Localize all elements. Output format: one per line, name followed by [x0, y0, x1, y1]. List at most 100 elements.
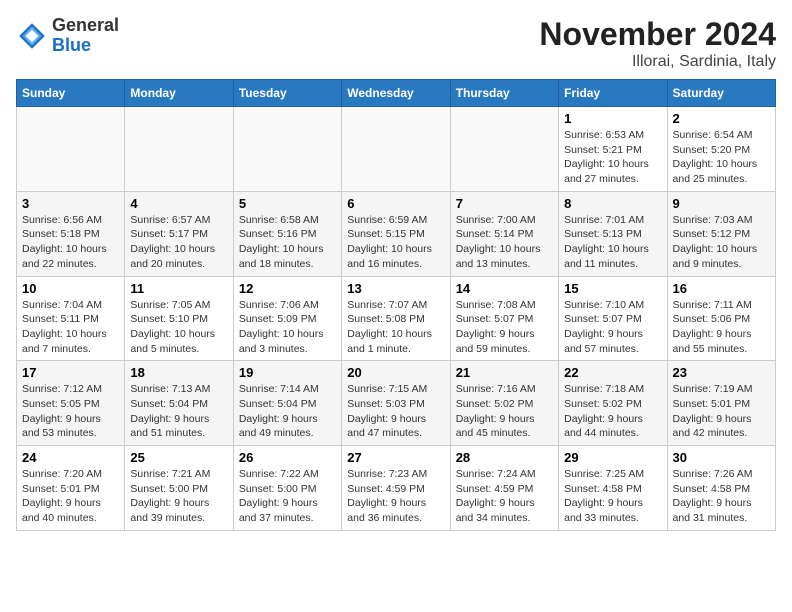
- day-cell: 6 Sunrise: 6:59 AM Sunset: 5:15 PM Daylig…: [342, 191, 450, 276]
- day-info: Sunrise: 7:03 AM Sunset: 5:12 PM Dayligh…: [673, 213, 770, 272]
- day-number: 1: [564, 111, 661, 126]
- day-info: Sunrise: 7:07 AM Sunset: 5:08 PM Dayligh…: [347, 298, 444, 357]
- logo-icon: [16, 20, 48, 52]
- day-number: 23: [673, 365, 770, 380]
- day-info: Sunrise: 7:18 AM Sunset: 5:02 PM Dayligh…: [564, 382, 661, 441]
- day-info: Sunrise: 7:11 AM Sunset: 5:06 PM Dayligh…: [673, 298, 770, 357]
- day-cell: 14 Sunrise: 7:08 AM Sunset: 5:07 PM Dayli…: [450, 276, 558, 361]
- day-number: 28: [456, 450, 553, 465]
- day-cell: 13 Sunrise: 7:07 AM Sunset: 5:08 PM Dayli…: [342, 276, 450, 361]
- day-cell: 19Sunrise: 7:14 AM Sunset: 5:04 PM Dayli…: [233, 361, 341, 446]
- day-info: Sunrise: 7:12 AM Sunset: 5:05 PM Dayligh…: [22, 382, 119, 441]
- logo: General Blue: [16, 16, 119, 56]
- day-info: Sunrise: 7:15 AM Sunset: 5:03 PM Dayligh…: [347, 382, 444, 441]
- day-number: 14: [456, 281, 553, 296]
- day-number: 17: [22, 365, 119, 380]
- day-number: 21: [456, 365, 553, 380]
- day-cell: 4Sunrise: 6:57 AM Sunset: 5:17 PM Daylig…: [125, 191, 233, 276]
- weekday-header-saturday: Saturday: [667, 80, 775, 107]
- day-info: Sunrise: 7:22 AM Sunset: 5:00 PM Dayligh…: [239, 467, 336, 526]
- day-cell: 16 Sunrise: 7:11 AM Sunset: 5:06 PM Dayli…: [667, 276, 775, 361]
- weekday-header-thursday: Thursday: [450, 80, 558, 107]
- day-info: Sunrise: 7:23 AM Sunset: 4:59 PM Dayligh…: [347, 467, 444, 526]
- day-cell: 20 Sunrise: 7:15 AM Sunset: 5:03 PM Dayli…: [342, 361, 450, 446]
- day-info: Sunrise: 7:20 AM Sunset: 5:01 PM Dayligh…: [22, 467, 119, 526]
- title-area: November 2024 Illorai, Sardinia, Italy: [539, 16, 776, 71]
- day-cell: 3Sunrise: 6:56 AM Sunset: 5:18 PM Daylig…: [17, 191, 125, 276]
- logo-blue: Blue: [52, 35, 91, 55]
- day-number: 20: [347, 365, 444, 380]
- day-info: Sunrise: 7:01 AM Sunset: 5:13 PM Dayligh…: [564, 213, 661, 272]
- day-number: 27: [347, 450, 444, 465]
- day-cell: [342, 107, 450, 192]
- week-row-1: 1 Sunrise: 6:53 AM Sunset: 5:21 PM Daylig…: [17, 107, 776, 192]
- day-cell: [125, 107, 233, 192]
- day-cell: 8 Sunrise: 7:01 AM Sunset: 5:13 PM Daylig…: [559, 191, 667, 276]
- month-title: November 2024: [539, 16, 776, 53]
- day-info: Sunrise: 7:08 AM Sunset: 5:07 PM Dayligh…: [456, 298, 553, 357]
- weekday-header-monday: Monday: [125, 80, 233, 107]
- week-row-2: 3Sunrise: 6:56 AM Sunset: 5:18 PM Daylig…: [17, 191, 776, 276]
- day-cell: 29Sunrise: 7:25 AM Sunset: 4:58 PM Dayli…: [559, 446, 667, 531]
- day-number: 25: [130, 450, 227, 465]
- day-info: Sunrise: 7:05 AM Sunset: 5:10 PM Dayligh…: [130, 298, 227, 357]
- weekday-header-row: SundayMondayTuesdayWednesdayThursdayFrid…: [17, 80, 776, 107]
- week-row-5: 24 Sunrise: 7:20 AM Sunset: 5:01 PM Dayli…: [17, 446, 776, 531]
- day-number: 13: [347, 281, 444, 296]
- day-number: 12: [239, 281, 336, 296]
- day-number: 30: [673, 450, 770, 465]
- day-cell: 30 Sunrise: 7:26 AM Sunset: 4:58 PM Dayli…: [667, 446, 775, 531]
- header: General Blue November 2024 Illorai, Sard…: [16, 16, 776, 71]
- day-number: 8: [564, 196, 661, 211]
- day-info: Sunrise: 6:58 AM Sunset: 5:16 PM Dayligh…: [239, 213, 336, 272]
- day-number: 22: [564, 365, 661, 380]
- day-cell: 26Sunrise: 7:22 AM Sunset: 5:00 PM Dayli…: [233, 446, 341, 531]
- day-number: 15: [564, 281, 661, 296]
- day-number: 6: [347, 196, 444, 211]
- week-row-3: 10 Sunrise: 7:04 AM Sunset: 5:11 PM Dayli…: [17, 276, 776, 361]
- day-cell: 24 Sunrise: 7:20 AM Sunset: 5:01 PM Dayli…: [17, 446, 125, 531]
- week-row-4: 17 Sunrise: 7:12 AM Sunset: 5:05 PM Dayli…: [17, 361, 776, 446]
- day-cell: [233, 107, 341, 192]
- day-cell: 2Sunrise: 6:54 AM Sunset: 5:20 PM Daylig…: [667, 107, 775, 192]
- day-info: Sunrise: 6:59 AM Sunset: 5:15 PM Dayligh…: [347, 213, 444, 272]
- calendar: SundayMondayTuesdayWednesdayThursdayFrid…: [16, 79, 776, 531]
- day-cell: [17, 107, 125, 192]
- day-cell: 10 Sunrise: 7:04 AM Sunset: 5:11 PM Dayli…: [17, 276, 125, 361]
- day-info: Sunrise: 6:56 AM Sunset: 5:18 PM Dayligh…: [22, 213, 119, 272]
- day-number: 24: [22, 450, 119, 465]
- day-info: Sunrise: 6:54 AM Sunset: 5:20 PM Dayligh…: [673, 128, 770, 187]
- day-number: 4: [130, 196, 227, 211]
- day-info: Sunrise: 7:24 AM Sunset: 4:59 PM Dayligh…: [456, 467, 553, 526]
- day-info: Sunrise: 7:21 AM Sunset: 5:00 PM Dayligh…: [130, 467, 227, 526]
- weekday-header-friday: Friday: [559, 80, 667, 107]
- day-cell: 28 Sunrise: 7:24 AM Sunset: 4:59 PM Dayli…: [450, 446, 558, 531]
- weekday-header-tuesday: Tuesday: [233, 80, 341, 107]
- location-title: Illorai, Sardinia, Italy: [539, 53, 776, 71]
- day-number: 11: [130, 281, 227, 296]
- day-cell: 9 Sunrise: 7:03 AM Sunset: 5:12 PM Daylig…: [667, 191, 775, 276]
- day-cell: 22 Sunrise: 7:18 AM Sunset: 5:02 PM Dayli…: [559, 361, 667, 446]
- day-number: 10: [22, 281, 119, 296]
- day-info: Sunrise: 7:00 AM Sunset: 5:14 PM Dayligh…: [456, 213, 553, 272]
- day-cell: 1 Sunrise: 6:53 AM Sunset: 5:21 PM Daylig…: [559, 107, 667, 192]
- day-number: 9: [673, 196, 770, 211]
- day-info: Sunrise: 7:16 AM Sunset: 5:02 PM Dayligh…: [456, 382, 553, 441]
- day-info: Sunrise: 7:04 AM Sunset: 5:11 PM Dayligh…: [22, 298, 119, 357]
- day-cell: 15Sunrise: 7:10 AM Sunset: 5:07 PM Dayli…: [559, 276, 667, 361]
- day-number: 29: [564, 450, 661, 465]
- day-cell: 17 Sunrise: 7:12 AM Sunset: 5:05 PM Dayli…: [17, 361, 125, 446]
- day-number: 7: [456, 196, 553, 211]
- weekday-header-sunday: Sunday: [17, 80, 125, 107]
- day-info: Sunrise: 7:26 AM Sunset: 4:58 PM Dayligh…: [673, 467, 770, 526]
- day-cell: [450, 107, 558, 192]
- day-number: 16: [673, 281, 770, 296]
- day-number: 5: [239, 196, 336, 211]
- day-info: Sunrise: 6:53 AM Sunset: 5:21 PM Dayligh…: [564, 128, 661, 187]
- day-cell: 27 Sunrise: 7:23 AM Sunset: 4:59 PM Dayli…: [342, 446, 450, 531]
- day-cell: 25 Sunrise: 7:21 AM Sunset: 5:00 PM Dayli…: [125, 446, 233, 531]
- logo-text: General Blue: [52, 16, 119, 56]
- day-cell: 11 Sunrise: 7:05 AM Sunset: 5:10 PM Dayli…: [125, 276, 233, 361]
- day-info: Sunrise: 7:19 AM Sunset: 5:01 PM Dayligh…: [673, 382, 770, 441]
- day-cell: 21 Sunrise: 7:16 AM Sunset: 5:02 PM Dayli…: [450, 361, 558, 446]
